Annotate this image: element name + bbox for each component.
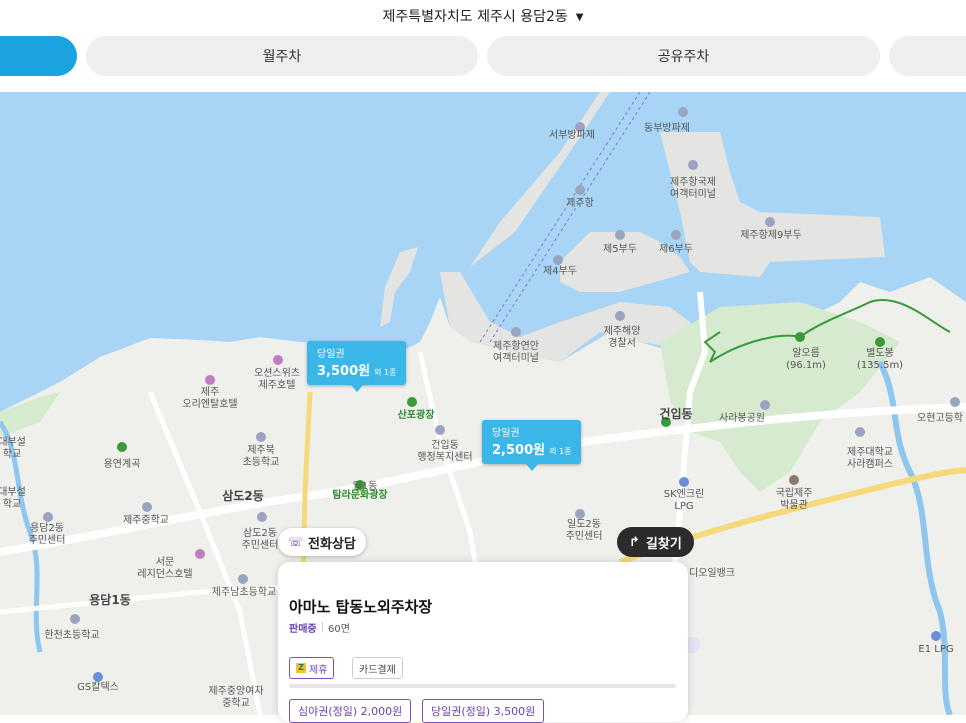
price-pin-1[interactable]: 당일권 3,500원 외 1종 <box>307 341 407 392</box>
card-payment-label: 카드결제 <box>359 664 396 676</box>
partner-badge: Z 제휴 <box>289 657 335 679</box>
space-count: 60면 <box>322 620 350 635</box>
map-label-oriental: 제주 오리엔탈호텔 <box>182 387 238 410</box>
price-option-label: 당일권(정일) 3,500원 <box>431 705 536 718</box>
map-label-sanpo: 산포광장 <box>397 410 435 421</box>
phone-consult-button[interactable]: ☏ 전화상담 <box>278 528 366 556</box>
map-label-aloreum: 알오름 (96.1m) <box>786 348 826 371</box>
price-option-daily[interactable]: 당일권(정일) 3,500원 <box>422 699 545 723</box>
parking-title: 아마노 탑동노외주차장 <box>289 598 433 616</box>
map-label-coastal-terminal: 제주항연안 여객터미널 <box>493 341 539 364</box>
map-label-pier4: 제4부두 <box>543 266 577 277</box>
pin-price: 2,500원 <box>492 443 546 458</box>
map-label-pier9: 제주항제9부두 <box>740 230 802 241</box>
card-payment-badge: 카드결제 <box>352 657 403 679</box>
tab-label: 공유주차 <box>657 49 710 65</box>
map-label-intl-terminal: 제주항국제 여객터미널 <box>670 177 716 200</box>
pin-sub: 외 1종 <box>374 368 397 377</box>
location-selector[interactable]: 제주특별자치도 제주시 용담2동 ▼ <box>0 6 966 26</box>
tab-monthly[interactable]: 월주차 <box>86 36 478 76</box>
chevron-down-icon: ▼ <box>575 12 584 23</box>
map-label-e1-lpg: E1 LPG <box>918 644 954 655</box>
map-label-byeoldobong: 별도봉 (135.5m) <box>856 348 904 371</box>
map-label-dongbu: 동부방파제 <box>644 123 690 134</box>
headset-icon: ☏ <box>288 535 304 549</box>
map-label-hancheon: 한천초등학교 <box>44 630 100 641</box>
map-label-il1dong: 일1동 <box>352 481 378 492</box>
map-label-samdo2: 삼도2동 <box>222 489 264 503</box>
sale-status: 판매중 <box>289 624 317 635</box>
z-logo-icon: Z <box>296 663 306 673</box>
directions-label: 길찾기 <box>645 536 682 552</box>
map-label-jejubuk: 제주북 초등학교 <box>242 445 280 468</box>
price-pin-2[interactable]: 당일권 2,500원 외 1종 <box>482 420 582 471</box>
tab-more[interactable] <box>889 36 966 76</box>
map-label-museum: 국립제주 박물관 <box>775 488 813 511</box>
map-label-yongyeon: 용연계곡 <box>103 459 141 470</box>
location-label: 제주특별자치도 제주시 용담2동 <box>382 9 568 25</box>
map-label-jejuhang: 제주항 <box>566 198 594 209</box>
map-label-jejujung: 제주중학교 <box>123 515 169 526</box>
tab-shared[interactable]: 공유주차 <box>487 36 880 76</box>
map-label-pier6: 제6부두 <box>659 244 693 255</box>
map-label-gscaltex: GS칼텍스 <box>77 682 119 693</box>
price-option-night[interactable]: 심야권(정일) 2,000원 <box>289 699 412 723</box>
map-label-il2-center: 일도2동 주민센터 <box>565 519 603 542</box>
price-option-label: 심야권(정일) 2,000원 <box>298 705 403 718</box>
phone-consult-label: 전화상담 <box>308 536 356 552</box>
map-label-jnu-sara: 제주대학교 사라캠퍼스 <box>847 447 893 470</box>
map-label-police: 제주해양 경찰서 <box>603 326 641 349</box>
pin-sub: 외 1종 <box>549 447 572 456</box>
map-label-seomun: 서문 레지던스호텔 <box>137 557 193 580</box>
map-label-pier5: 제5부두 <box>603 244 637 255</box>
map-label-oceansweets: 오션스위츠 제주호텔 <box>254 368 300 391</box>
map-label-geonip-center: 건입동 행정복지센터 <box>417 440 473 463</box>
pin-kind: 당일권 <box>492 428 520 439</box>
map-label-ohyeon: 오현고등학 <box>917 413 963 424</box>
map-label-seobu: 서부방파제 <box>549 130 595 141</box>
map-label-jejugirls: 제주중앙여자 중학교 <box>208 686 264 709</box>
map-label-sarabong: 사라봉공원 <box>719 413 765 424</box>
tab-daily[interactable] <box>0 36 77 76</box>
map-label-oilbank: 디오일뱅크 <box>689 568 735 579</box>
tab-label: 월주차 <box>262 49 302 65</box>
top-bar: 제주특별자치도 제주시 용담2동 ▼ 월주차 공유주차 <box>0 0 966 92</box>
map-label-jejunam: 제주남초등학교 <box>211 587 277 598</box>
map-label-samdo2-center: 삼도2동 주민센터 <box>241 528 279 551</box>
turn-right-icon: ↱ <box>629 534 640 550</box>
pin-price: 3,500원 <box>317 364 371 379</box>
directions-button[interactable]: ↱ 길찾기 <box>617 527 694 557</box>
map-label-sk-lpg: SK엔크린 LPG <box>663 489 705 512</box>
map-label-yongdam1: 용담1동 <box>89 593 131 607</box>
divider <box>289 684 676 688</box>
parking-info-card[interactable]: 아마노 탑동노외주차장 판매중 60면 Z 제휴 카드결제 심야권(정일) 2,… <box>278 562 688 723</box>
partner-label: 제휴 <box>309 664 328 676</box>
map-label-daebu-2: 대부설 학교 <box>0 487 26 510</box>
pin-kind: 당일권 <box>317 349 345 360</box>
map-label-yongdam2-center: 용담2동 주민센터 <box>28 523 66 546</box>
map-label-geonipdong: 건입동 <box>659 407 693 421</box>
map-label-daebu: 대부설 학교 <box>0 437 26 460</box>
